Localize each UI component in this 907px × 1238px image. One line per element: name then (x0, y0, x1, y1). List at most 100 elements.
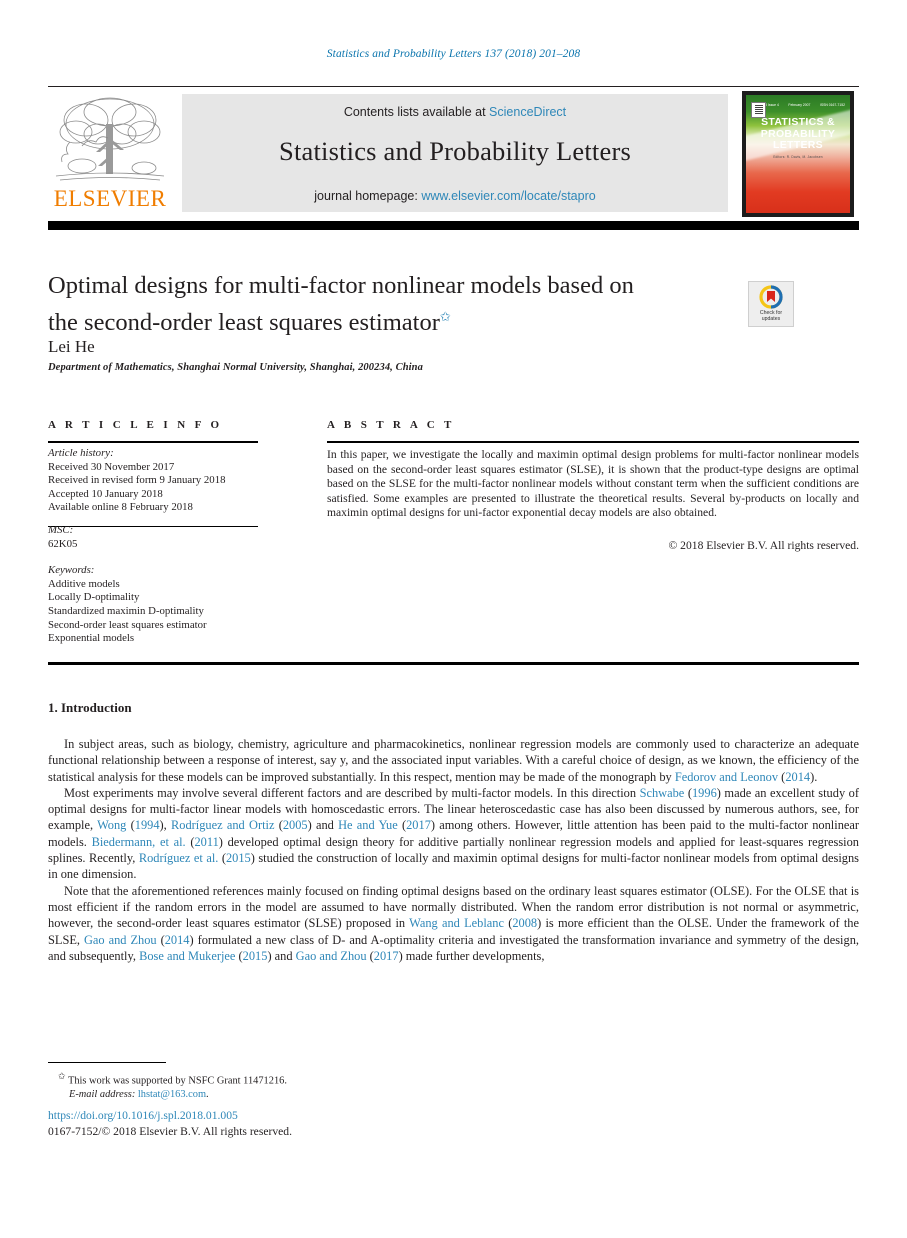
citation-link[interactable]: He and Yue (338, 818, 398, 832)
page-title: Optimal designs for multi-factor nonline… (48, 270, 688, 338)
p1-tail: ). (810, 769, 818, 784)
citation-link[interactable]: Schwabe (640, 786, 685, 800)
journal-cover-art: Volume 73 Issue 4 February 2007 ISSN 016… (746, 95, 850, 213)
cover-issn: ISSN 0167-7152 (819, 103, 845, 107)
masthead-thick-separator (48, 221, 859, 230)
crossmark-line2: updates (761, 316, 781, 322)
citation-link[interactable]: Rodríguez and Ortiz (171, 818, 274, 832)
paragraph-text: ) and (267, 948, 296, 963)
abstract-copyright: © 2018 Elsevier B.V. All rights reserved… (668, 539, 859, 552)
citation-link[interactable]: 2017 (406, 818, 431, 832)
citation-link[interactable]: 2005 (283, 818, 308, 832)
keyword-item: Locally D-optimality (48, 591, 140, 604)
citation-link[interactable]: Gao and Zhou (296, 949, 367, 963)
running-head: Statistics and Probability Letters 137 (… (326, 48, 581, 60)
sciencedirect-link[interactable]: ScienceDirect (489, 105, 566, 119)
citation-link[interactable]: 2015 (243, 949, 268, 963)
contents-available-line: Contents lists available at ScienceDirec… (182, 105, 728, 119)
journal-info-box: Contents lists available at ScienceDirec… (182, 94, 728, 212)
elsevier-logo: ELSEVIER (52, 94, 168, 212)
citation-link[interactable]: 2015 (226, 851, 251, 865)
article-info-column: Article history: Received 30 November 20… (48, 447, 283, 652)
paper-page: Statistics and Probability Letters 137 (… (0, 0, 907, 1238)
paragraph-text: ) and (307, 818, 339, 833)
paragraph-3: Note that the aforementioned references … (48, 883, 859, 964)
citation-link[interactable]: Bose and Mukerjee (139, 949, 235, 963)
paragraph-text: ( (156, 932, 165, 947)
cover-title-line3: LETTERS (773, 139, 823, 151)
crossmark-ring-icon (759, 285, 783, 309)
citation-link[interactable]: Wong (97, 818, 126, 832)
email-link[interactable]: lhstat@163.com (138, 1089, 206, 1100)
abstract-rule (327, 441, 859, 443)
footnote-rule (48, 1062, 166, 1064)
keyword-item: Exponential models (48, 632, 135, 645)
history-item: Received 30 November 2017 (48, 460, 175, 473)
journal-masthead: ELSEVIER Contents lists available at Sci… (48, 86, 859, 217)
paragraph-1: In subject areas, such as biology, chemi… (48, 736, 859, 785)
journal-homepage-line: journal homepage: www.elsevier.com/locat… (182, 189, 728, 203)
citation-fedorov-leonov[interactable]: Fedorov and Leonov (675, 770, 778, 784)
paragraph-text: ( (126, 818, 135, 833)
title-line-1: Optimal designs for multi-factor nonline… (48, 272, 634, 299)
cover-title: STATISTICS & PROBABILITY LETTERS (746, 116, 850, 152)
citation-link[interactable]: Wang and Leblanc (409, 916, 504, 930)
funding-footnote: ✩ This work was supported by NSFC Grant … (58, 1069, 558, 1088)
masthead-top-rule (48, 86, 859, 87)
history-item: Accepted 10 January 2018 (48, 487, 163, 500)
article-info-heading: A R T I C L E I N F O (48, 419, 223, 431)
cover-title-line1: STATISTICS & (761, 116, 835, 128)
citation-link[interactable]: Gao and Zhou (84, 933, 157, 947)
citation-link[interactable]: 2017 (374, 949, 399, 963)
abstract-bottom-rule (48, 662, 859, 665)
article-history-block: Article history: Received 30 November 20… (48, 447, 283, 515)
history-item: Available online 8 February 2018 (48, 501, 193, 514)
doi-link[interactable]: https://doi.org/10.1016/j.spl.2018.01.00… (48, 1109, 238, 1122)
citation-link[interactable]: Biedermann, et al. (92, 835, 186, 849)
contents-prefix: Contents lists available at (343, 105, 486, 119)
introduction-body: In subject areas, such as biology, chemi… (48, 736, 859, 964)
email-line: E-mail address: lhstat@163.com. (58, 1088, 558, 1102)
article-info-rule (48, 441, 258, 443)
paragraph-text: ( (684, 785, 692, 800)
keyword-item: Standardized maximin D-optimality (48, 604, 204, 617)
paragraph-text: ), (159, 818, 172, 833)
email-label: E-mail address: (69, 1089, 136, 1101)
email-tail: . (206, 1089, 209, 1101)
title-footnote-marker: ✩ (439, 309, 451, 324)
crossmark-badge[interactable]: Check for updates (748, 281, 794, 327)
paragraph-text: ( (235, 948, 243, 963)
author-affiliation: Department of Mathematics, Shanghai Norm… (48, 362, 423, 373)
keyword-item: Additive models (48, 577, 120, 590)
paragraph-text: ( (218, 851, 226, 866)
cover-subtext: Editors: R. Davis, M. Jacobsen (773, 155, 823, 159)
homepage-prefix: journal homepage: (314, 189, 418, 203)
citation-link[interactable]: 1994 (135, 818, 160, 832)
abstract-heading: A B S T R A C T (327, 419, 455, 431)
paragraph-text: ) made further developments, (398, 948, 545, 963)
keywords-block: Keywords: Additive models Locally D-opti… (48, 564, 283, 646)
msc-value: 62K05 (48, 537, 78, 550)
title-line-2: the second-order least squares estimator (48, 309, 440, 337)
citation-link[interactable]: 2008 (512, 916, 537, 930)
footnote-block: ✩ This work was supported by NSFC Grant … (58, 1069, 558, 1102)
article-history-label: Article history: (48, 447, 114, 459)
journal-cover-thumbnail: Volume 73 Issue 4 February 2007 ISSN 016… (742, 91, 854, 217)
paragraph-text: ( (397, 818, 407, 833)
paragraph-text: Most experiments may involve several dif… (64, 785, 640, 800)
abstract-body: In this paper, we investigate the locall… (327, 448, 859, 520)
msc-block: MSC: 62K05 (48, 524, 283, 551)
crossmark-label: Check for updates (749, 310, 793, 322)
footnote-star-marker: ✩ (58, 1071, 66, 1081)
citation-link[interactable]: 1996 (692, 786, 717, 800)
citation-link[interactable]: 2011 (194, 835, 218, 849)
msc-label: MSC: (48, 523, 74, 536)
paragraph-text: ( (274, 818, 283, 833)
keyword-item: Second-order least squares estimator (48, 618, 207, 631)
history-item: Received in revised form 9 January 2018 (48, 474, 226, 487)
citation-link[interactable]: Rodríguez et al. (139, 851, 219, 865)
paragraph-text: ( (366, 948, 374, 963)
journal-homepage-link[interactable]: www.elsevier.com/locate/stapro (421, 189, 595, 203)
citation-year-2014[interactable]: 2014 (785, 770, 810, 784)
citation-link[interactable]: 2014 (165, 933, 190, 947)
